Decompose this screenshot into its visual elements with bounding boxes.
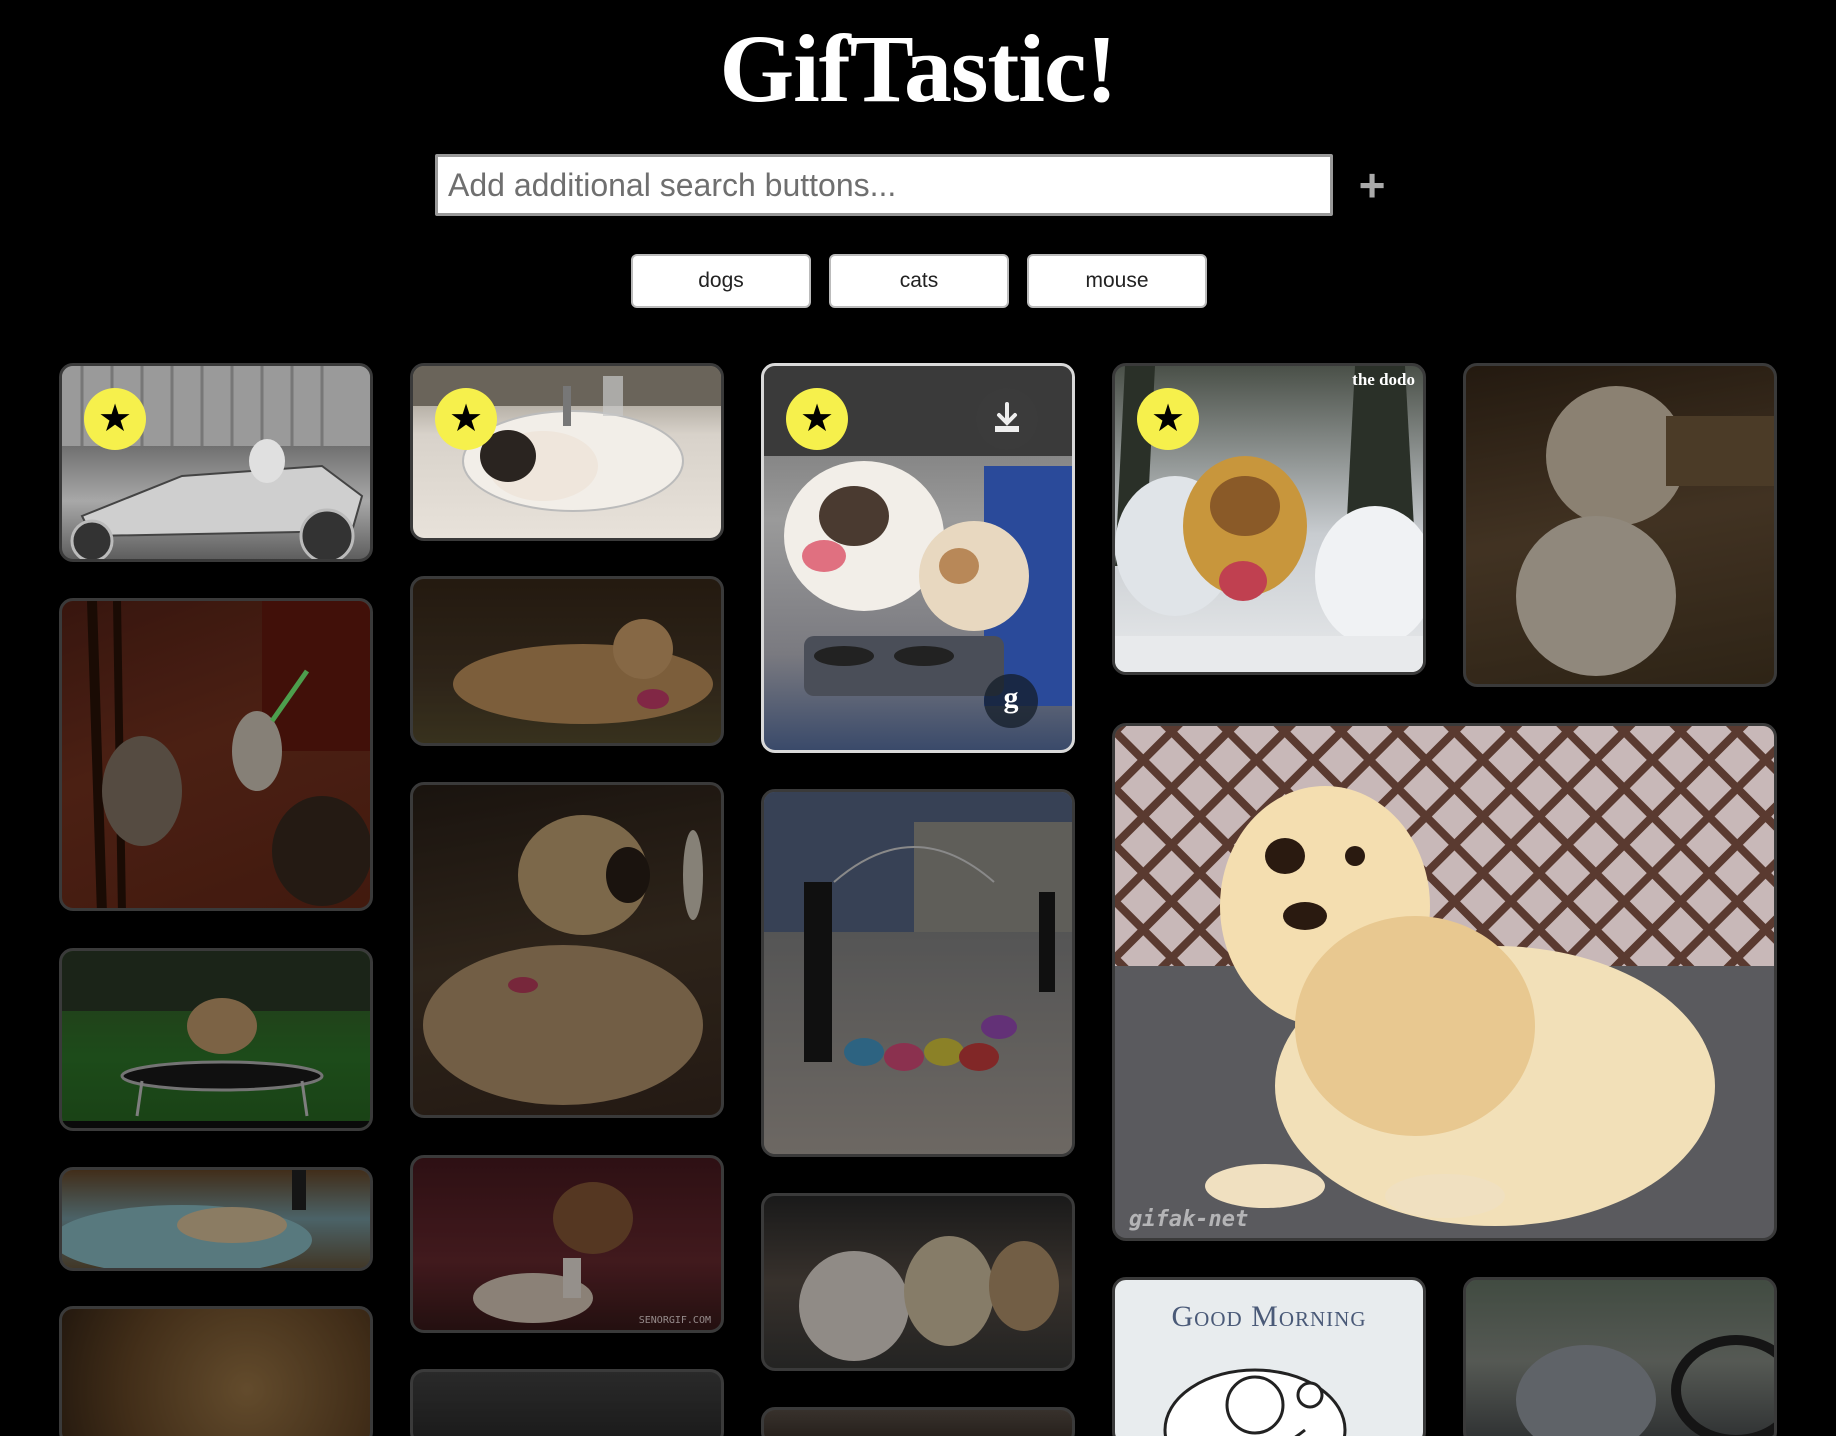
giphy-icon[interactable]: g: [984, 674, 1038, 728]
favorite-star-icon[interactable]: ★: [435, 388, 497, 450]
topic-button-mouse[interactable]: mouse: [1027, 254, 1207, 308]
gif-card-bulldog-sink[interactable]: ★: [410, 363, 724, 541]
gif-card-golden-retriever-large[interactable]: gifak-net: [1112, 723, 1777, 1241]
add-button[interactable]: +: [1352, 160, 1392, 210]
gif-card-golden-snow[interactable]: the dodo ★: [1112, 363, 1426, 675]
favorite-star-icon[interactable]: ★: [84, 388, 146, 450]
gif-card-pool-dog[interactable]: [59, 1167, 373, 1271]
gif-card-wrinkly-dog[interactable]: [59, 1306, 373, 1436]
favorite-star-icon[interactable]: ★: [786, 388, 848, 450]
watermark-gifak: gifak-net: [1129, 1207, 1249, 1232]
gif-image-good-morning: [1163, 1368, 1347, 1436]
gif-card-jump-rope-dogs[interactable]: [761, 789, 1075, 1157]
topic-button-cats[interactable]: cats: [829, 254, 1009, 308]
gif-card-fluffy-dogs[interactable]: [761, 1193, 1075, 1371]
gif-image-jump-rope-dogs: [764, 792, 1072, 1071]
giftastic-page: GifTastic! + dogs cats mouse ★: [0, 0, 1836, 1436]
gif-image-fluffy-dogs: [799, 1236, 1059, 1361]
gif-card-good-morning[interactable]: Good Morning: [1112, 1277, 1426, 1436]
gif-card-car-dog[interactable]: [1463, 1277, 1777, 1436]
gif-image-golden-retriever-large: [1115, 726, 1774, 1238]
gif-card-bottom-col3[interactable]: [761, 1407, 1075, 1436]
gif-card-vintage-car[interactable]: ★: [59, 363, 373, 562]
topic-button-dogs[interactable]: dogs: [631, 254, 811, 308]
gif-card-trampoline-dog[interactable]: [59, 948, 373, 1131]
gif-image-white-lab: [1516, 386, 1774, 676]
gif-card-jedi-dog[interactable]: [59, 598, 373, 911]
gif-card-pug-couch[interactable]: [410, 782, 724, 1118]
page-title: GifTastic!: [719, 15, 1117, 122]
gif-card-corgi-lying[interactable]: [410, 576, 724, 746]
gif-card-dachshund-popsicle[interactable]: SENORGIF.COM: [410, 1155, 724, 1333]
search-input[interactable]: [435, 154, 1333, 216]
gif-image-jedi-dog: [87, 601, 370, 908]
gif-image-dachshund-popsicle: [473, 1182, 633, 1323]
gif-card-white-lab[interactable]: [1463, 363, 1777, 687]
favorite-star-icon[interactable]: ★: [1137, 388, 1199, 450]
gif-image-corgi-lying: [453, 619, 713, 724]
gif-card-road-dog[interactable]: [410, 1369, 724, 1436]
gif-image-pug-couch: [423, 815, 703, 1105]
download-icon[interactable]: [976, 388, 1038, 450]
gif-image-car-dog: [1516, 1335, 1774, 1436]
watermark-dodo: the dodo: [1352, 370, 1415, 389]
gif-card-malamute-car[interactable]: ★ g: [761, 363, 1075, 753]
gif-image-trampoline-dog: [62, 951, 370, 1128]
gif-image-pool-dog: [62, 1170, 312, 1268]
